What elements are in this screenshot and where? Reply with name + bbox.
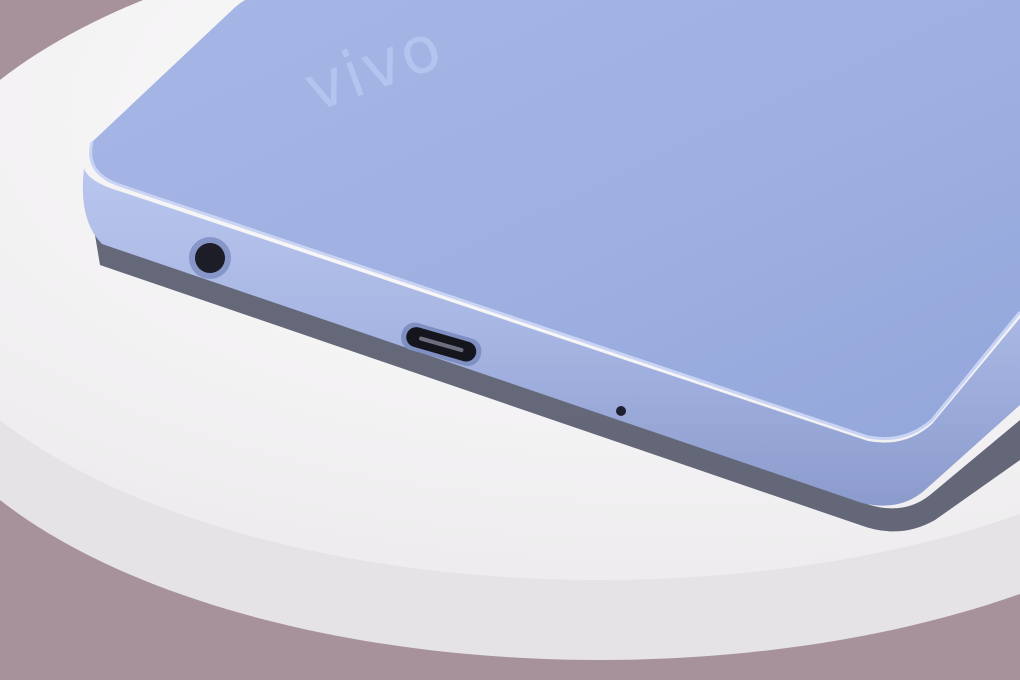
microphone-hole [616, 406, 626, 416]
photo-scene: vivo [0, 0, 1020, 660]
headphone-jack [189, 237, 231, 279]
